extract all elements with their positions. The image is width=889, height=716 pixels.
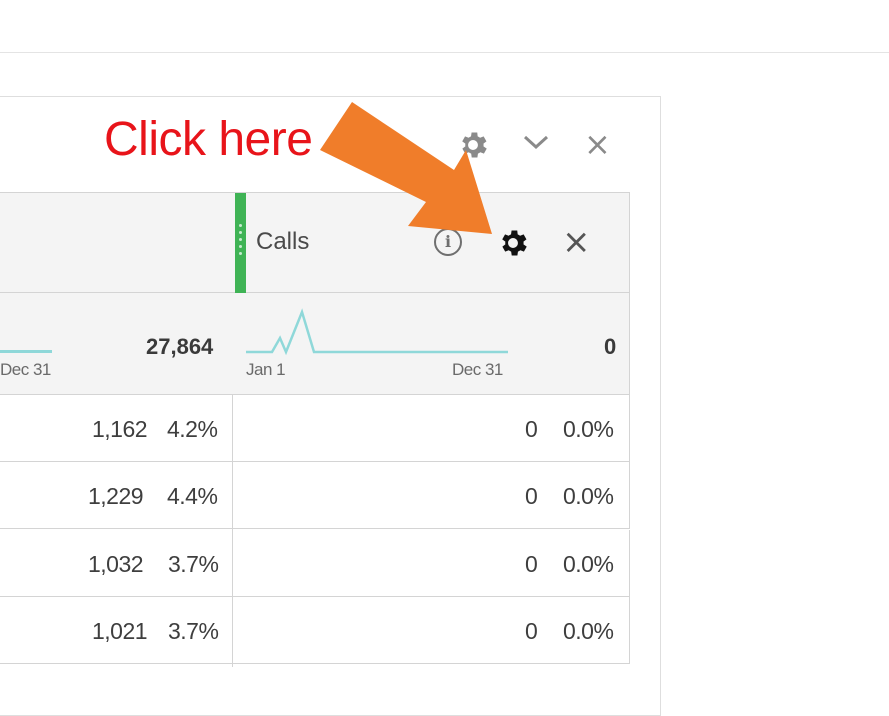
- left-sparkline-end-label: Dec 31: [0, 360, 51, 379]
- left-percent: 3.7%: [168, 551, 219, 577]
- sparkline-end-label: Dec 31: [452, 360, 503, 379]
- calls-percent: 0.0%: [563, 618, 614, 644]
- left-value: 1,162: [92, 416, 148, 442]
- calls-percent: 0.0%: [563, 416, 614, 442]
- calls-value: 0: [525, 618, 538, 644]
- remove-column-close-icon[interactable]: ×: [562, 222, 591, 262]
- column-divider: [232, 395, 233, 667]
- calls-value: 0: [525, 551, 538, 577]
- left-column-total: 27,864: [146, 334, 214, 359]
- table-header-row: [0, 192, 630, 293]
- panel-close-icon[interactable]: ×: [584, 128, 611, 160]
- panel-collapse-chevron-down-icon[interactable]: [522, 132, 550, 156]
- left-value: 1,032: [88, 551, 144, 577]
- calls-value: 0: [525, 483, 538, 509]
- left-percent: 4.2%: [167, 416, 218, 442]
- column-title-calls: Calls: [256, 228, 310, 255]
- left-value: 1,229: [88, 483, 144, 509]
- left-percent: 4.4%: [167, 483, 218, 509]
- sparkline-start-label: Jan 1: [246, 360, 286, 379]
- annotation-arrow: [320, 102, 492, 234]
- left-sparkline: [0, 350, 52, 353]
- calls-value: 0: [525, 416, 538, 442]
- left-value: 1,021: [92, 618, 148, 644]
- calls-sparkline: [246, 308, 508, 356]
- left-percent: 3.7%: [168, 618, 219, 644]
- top-divider: [0, 52, 889, 53]
- calls-percent: 0.0%: [563, 483, 614, 509]
- calls-column-total: 0: [604, 334, 617, 359]
- drag-grip-icon: [239, 224, 242, 259]
- calls-percent: 0.0%: [563, 551, 614, 577]
- annotation-click-here: Click here: [104, 113, 313, 166]
